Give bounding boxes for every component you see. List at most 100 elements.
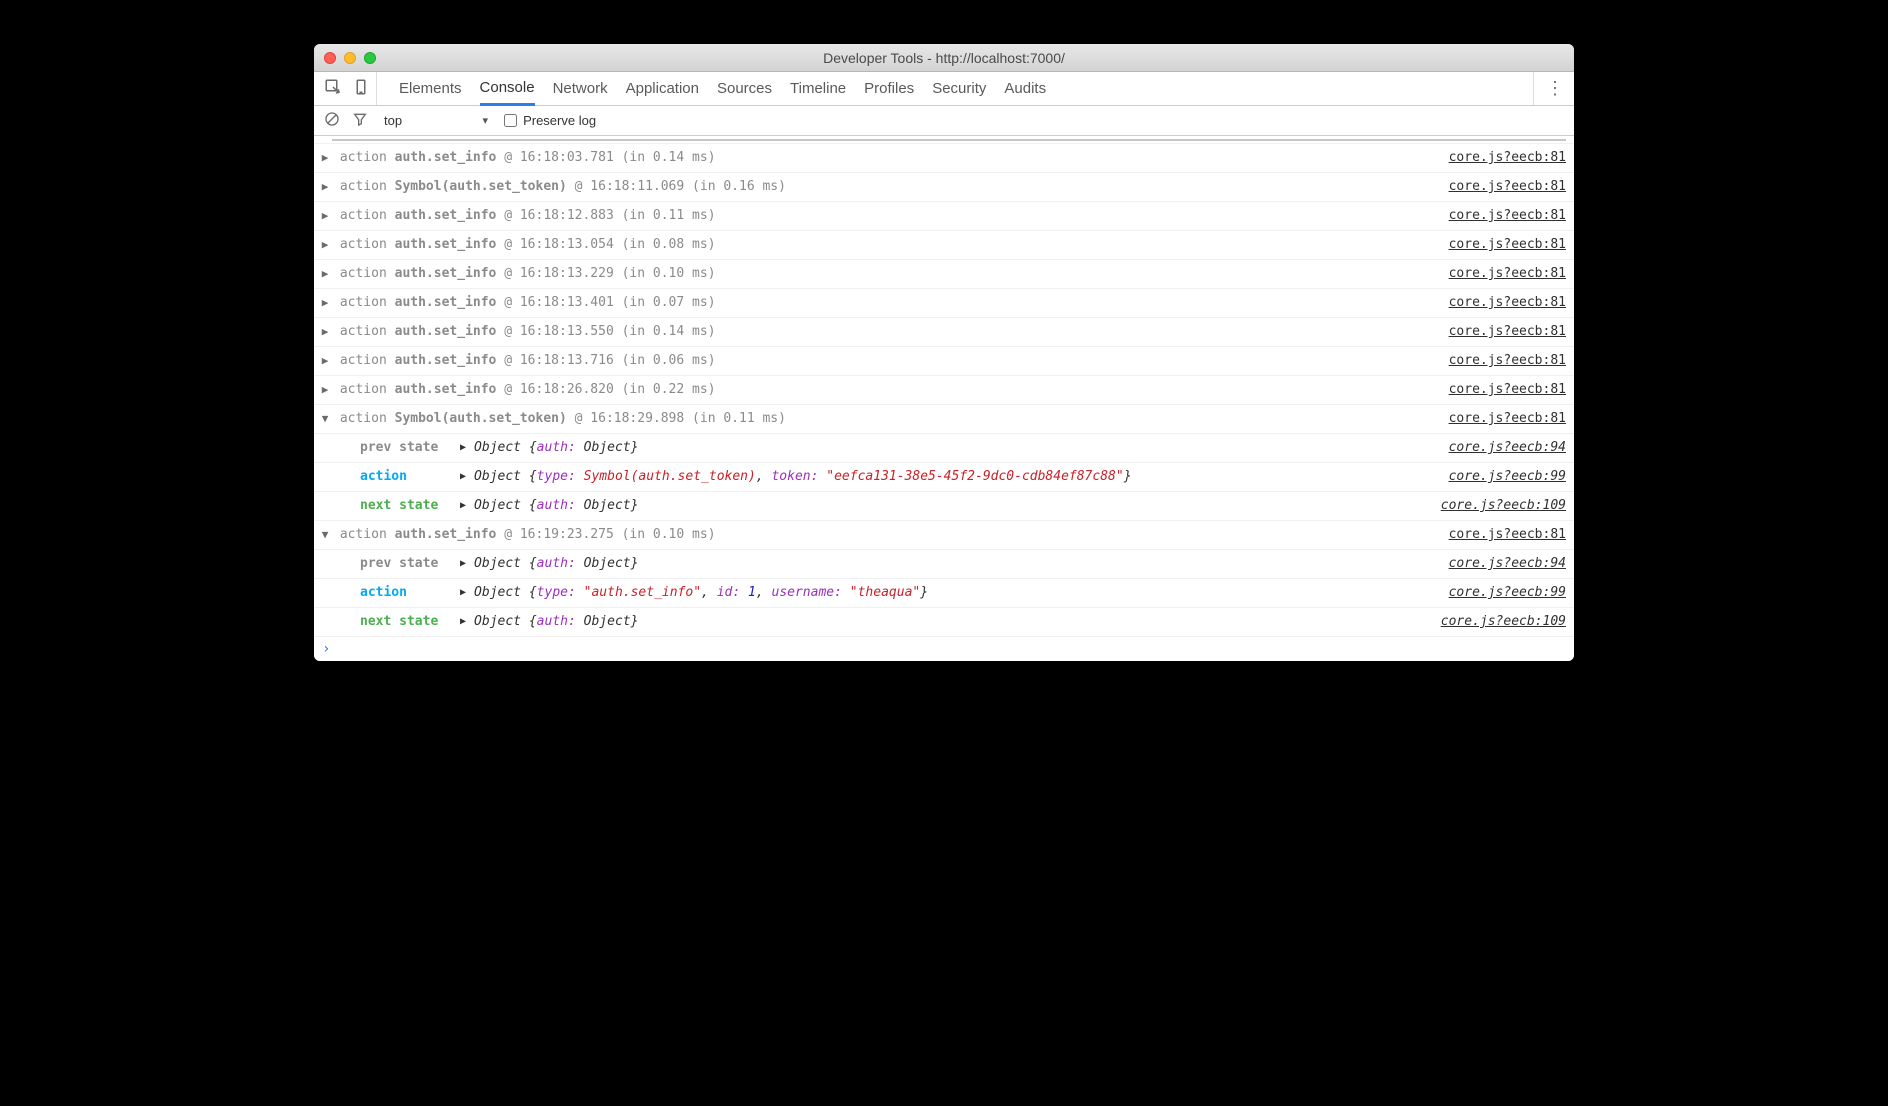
log-detail-row[interactable]: action ▶ Object {type: "auth.set_info", … <box>314 579 1574 608</box>
disclosure-icon[interactable]: ▶ <box>318 235 332 255</box>
disclosure-icon[interactable]: ▶ <box>318 148 332 168</box>
devtools-window: Developer Tools - http://localhost:7000/… <box>314 44 1574 661</box>
log-row[interactable]: ▶ action auth.set_info @ 16:18:13.054 (i… <box>314 231 1574 260</box>
log-text: action auth.set_info @ 16:18:13.716 (in … <box>332 351 716 371</box>
disclosure-icon[interactable]: ▶ <box>460 467 472 487</box>
disclosure-icon[interactable]: ▼ <box>318 409 332 429</box>
tab-application[interactable]: Application <box>626 72 699 105</box>
source-link[interactable]: core.js?eecb:81 <box>1429 235 1566 255</box>
tab-elements[interactable]: Elements <box>399 72 462 105</box>
window-title: Developer Tools - http://localhost:7000/ <box>314 50 1574 66</box>
device-icon[interactable] <box>352 78 370 100</box>
disclosure-icon[interactable]: ▶ <box>460 612 472 632</box>
log-text: action Symbol(auth.set_token) @ 16:18:29… <box>332 409 786 429</box>
log-detail-row[interactable]: prev state ▶ Object {auth: Object} core.… <box>314 550 1574 579</box>
preserve-log-toggle[interactable]: Preserve log <box>504 113 596 128</box>
disclosure-icon[interactable]: ▶ <box>460 554 472 574</box>
object-preview[interactable]: Object {type: Symbol(auth.set_token), to… <box>474 467 1131 487</box>
preserve-log-checkbox[interactable] <box>504 114 517 127</box>
source-link[interactable]: core.js?eecb:81 <box>1429 351 1566 371</box>
object-preview[interactable]: Object {type: "auth.set_info", id: 1, us… <box>474 583 928 603</box>
console-output: ▶ action auth.set_info @ 16:18:03.781 (i… <box>314 136 1574 661</box>
tab-sources[interactable]: Sources <box>717 72 772 105</box>
log-row[interactable]: ▶ action auth.set_info @ 16:18:03.781 (i… <box>314 144 1574 173</box>
source-link[interactable]: core.js?eecb:81 <box>1429 380 1566 400</box>
tab-network[interactable]: Network <box>553 72 608 105</box>
disclosure-icon[interactable]: ▶ <box>318 351 332 371</box>
log-row[interactable]: ▶ action auth.set_info @ 16:18:12.883 (i… <box>314 202 1574 231</box>
disclosure-icon[interactable]: ▼ <box>318 525 332 545</box>
source-link[interactable]: core.js?eecb:81 <box>1429 322 1566 342</box>
filter-icon[interactable] <box>352 111 368 130</box>
log-text: action auth.set_info @ 16:18:13.229 (in … <box>332 264 716 284</box>
log-text: action auth.set_info @ 16:18:12.883 (in … <box>332 206 716 226</box>
preserve-log-label: Preserve log <box>523 113 596 128</box>
clear-console-icon[interactable] <box>324 111 340 130</box>
disclosure-icon[interactable]: ▶ <box>318 264 332 284</box>
disclosure-icon[interactable]: ▶ <box>318 177 332 197</box>
log-row[interactable]: ▶ action auth.set_info @ 16:18:26.820 (i… <box>314 376 1574 405</box>
disclosure-icon[interactable]: ▶ <box>460 496 472 516</box>
log-text: action auth.set_info @ 16:18:03.781 (in … <box>332 148 716 168</box>
tab-audits[interactable]: Audits <box>1004 72 1046 105</box>
source-link[interactable]: core.js?eecb:109 <box>1421 496 1566 516</box>
source-link[interactable]: core.js?eecb:81 <box>1429 148 1566 168</box>
console-prompt[interactable]: › <box>314 637 1574 661</box>
disclosure-icon[interactable]: ▶ <box>460 583 472 603</box>
object-preview[interactable]: Object {auth: Object} <box>474 438 638 458</box>
source-link[interactable]: core.js?eecb:94 <box>1429 438 1566 458</box>
source-link[interactable]: core.js?eecb:94 <box>1429 554 1566 574</box>
source-link[interactable]: core.js?eecb:81 <box>1429 264 1566 284</box>
log-row[interactable]: ▶ action auth.set_info @ 16:18:13.229 (i… <box>314 260 1574 289</box>
log-text: action auth.set_info @ 16:19:23.275 (in … <box>332 525 716 545</box>
disclosure-icon[interactable]: ▶ <box>318 380 332 400</box>
tab-profiles[interactable]: Profiles <box>864 72 914 105</box>
disclosure-icon[interactable]: ▶ <box>318 206 332 226</box>
action-label: action <box>360 583 460 603</box>
log-text: action auth.set_info @ 16:18:13.054 (in … <box>332 235 716 255</box>
panel-tabs: Elements Console Network Application Sou… <box>314 72 1574 106</box>
source-link[interactable]: core.js?eecb:81 <box>1429 206 1566 226</box>
log-detail-row[interactable]: action ▶ Object {type: Symbol(auth.set_t… <box>314 463 1574 492</box>
console-toolbar: top Preserve log <box>314 106 1574 136</box>
object-preview[interactable]: Object {auth: Object} <box>474 612 638 632</box>
log-row[interactable]: ▶ action auth.set_info @ 16:18:13.401 (i… <box>314 289 1574 318</box>
source-link[interactable]: core.js?eecb:99 <box>1429 583 1566 603</box>
tab-security[interactable]: Security <box>932 72 986 105</box>
object-preview[interactable]: Object {auth: Object} <box>474 496 638 516</box>
truncated-row <box>314 136 1574 144</box>
log-row[interactable]: ▶ action Symbol(auth.set_token) @ 16:18:… <box>314 173 1574 202</box>
context-select[interactable]: top <box>380 113 492 128</box>
source-link[interactable]: core.js?eecb:81 <box>1429 293 1566 313</box>
source-link[interactable]: core.js?eecb:109 <box>1421 612 1566 632</box>
log-detail-row[interactable]: next state ▶ Object {auth: Object} core.… <box>314 492 1574 521</box>
log-detail-row[interactable]: prev state ▶ Object {auth: Object} core.… <box>314 434 1574 463</box>
log-row[interactable]: ▼ action Symbol(auth.set_token) @ 16:18:… <box>314 405 1574 434</box>
source-link[interactable]: core.js?eecb:99 <box>1429 467 1566 487</box>
log-row[interactable]: ▼ action auth.set_info @ 16:19:23.275 (i… <box>314 521 1574 550</box>
state-label: next state <box>360 612 460 632</box>
disclosure-icon[interactable]: ▶ <box>460 438 472 458</box>
disclosure-icon[interactable]: ▶ <box>318 293 332 313</box>
state-label: prev state <box>360 438 460 458</box>
log-row[interactable]: ▶ action auth.set_info @ 16:18:13.550 (i… <box>314 318 1574 347</box>
log-text: action auth.set_info @ 16:18:13.401 (in … <box>332 293 716 313</box>
state-label: next state <box>360 496 460 516</box>
titlebar: Developer Tools - http://localhost:7000/ <box>314 44 1574 72</box>
log-text: action auth.set_info @ 16:18:13.550 (in … <box>332 322 716 342</box>
source-link[interactable]: core.js?eecb:81 <box>1429 177 1566 197</box>
log-row[interactable]: ▶ action auth.set_info @ 16:18:13.716 (i… <box>314 347 1574 376</box>
log-text: action auth.set_info @ 16:18:26.820 (in … <box>332 380 716 400</box>
source-link[interactable]: core.js?eecb:81 <box>1429 409 1566 429</box>
action-label: action <box>360 467 460 487</box>
state-label: prev state <box>360 554 460 574</box>
tab-console[interactable]: Console <box>480 73 535 106</box>
inspect-icon[interactable] <box>324 78 342 100</box>
object-preview[interactable]: Object {auth: Object} <box>474 554 638 574</box>
source-link[interactable]: core.js?eecb:81 <box>1429 525 1566 545</box>
log-text: action Symbol(auth.set_token) @ 16:18:11… <box>332 177 786 197</box>
disclosure-icon[interactable]: ▶ <box>318 322 332 342</box>
more-icon[interactable]: ⋮ <box>1533 72 1564 105</box>
log-detail-row[interactable]: next state ▶ Object {auth: Object} core.… <box>314 608 1574 637</box>
tab-timeline[interactable]: Timeline <box>790 72 846 105</box>
